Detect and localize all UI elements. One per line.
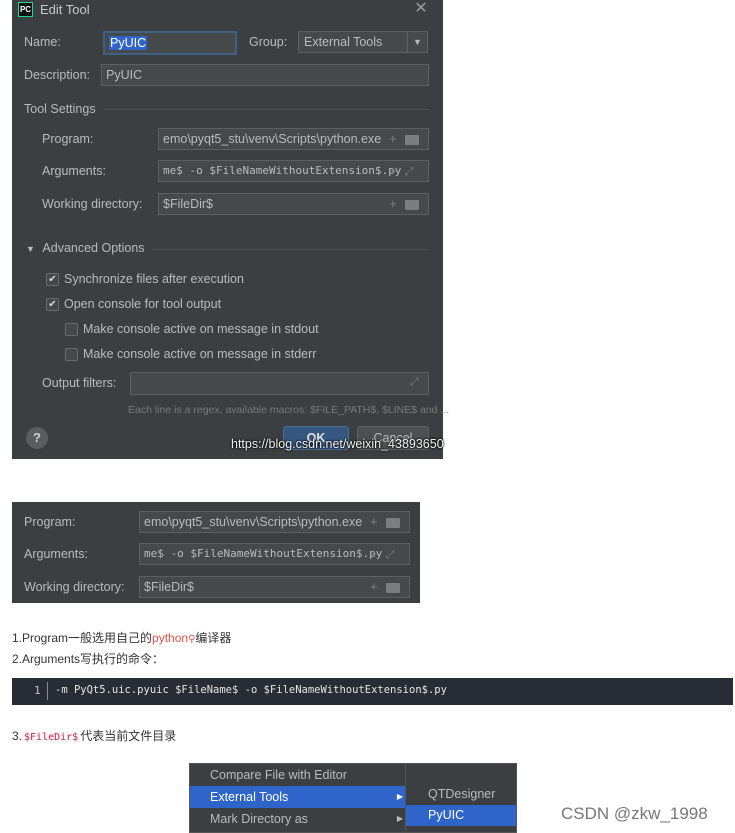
expand-icon[interactable]: ⤢	[386, 549, 395, 562]
menu-item-compare-file[interactable]: Compare File with Editor	[190, 764, 409, 786]
arguments-field-icons: + ⤢	[370, 546, 394, 562]
article-line-3: 3. $FileDir$ 代表当前文件目录	[12, 727, 176, 744]
program-value: emo\pyqt5_stu\venv\Scripts\python.exe	[163, 132, 382, 146]
description-value: PyUIC	[106, 68, 143, 82]
external-tools-submenu: QTDesigner PyUIC	[405, 763, 517, 833]
plus-icon[interactable]: +	[370, 579, 378, 594]
menu-item-label: Mark Directory as	[210, 812, 308, 826]
code-gutter-divider	[47, 682, 48, 700]
tool-settings-crop: Program: emo\pyqt5_stu\venv\Scripts\pyth…	[12, 502, 420, 603]
divider	[152, 249, 429, 250]
workdir-value: $FileDir$	[144, 580, 195, 594]
folder-icon[interactable]	[385, 517, 400, 528]
group-dropdown[interactable]: External Tools ▼	[298, 31, 428, 53]
menu-item-label: External Tools	[210, 790, 289, 804]
workdir-value: $FileDir$	[163, 197, 214, 211]
name-value: PyUIC	[109, 36, 148, 50]
arguments-field-icons: + ⤢	[389, 163, 413, 179]
checkbox-console-stdout[interactable]	[65, 323, 78, 336]
python-link[interactable]: python	[152, 631, 188, 645]
submenu-item-qtdesigner[interactable]: QTDesigner	[406, 784, 516, 805]
name-label: Name:	[24, 35, 61, 49]
article-line-2: 2.Arguments写执行的命令：	[12, 652, 165, 666]
plus-icon[interactable]: +	[389, 196, 397, 211]
article-text: 代表当前文件目录	[80, 729, 177, 743]
description-label: Description:	[24, 68, 90, 82]
divider	[104, 109, 429, 110]
plus-icon[interactable]: +	[370, 514, 378, 529]
option-label: Open console for tool output	[64, 297, 222, 311]
close-icon[interactable]: ✕	[412, 0, 430, 18]
program-label: Program:	[24, 515, 76, 529]
program-field-icons: +	[370, 514, 400, 529]
context-menu-screenshot: Compare File with Editor External Tools …	[189, 763, 517, 833]
workdir-label: Working directory:	[24, 580, 125, 594]
code-block: 1 -m PyQt5.uic.pyuic $FileName$ -o $File…	[12, 678, 733, 705]
article-text: 3.	[12, 729, 23, 743]
plus-icon[interactable]: +	[389, 163, 397, 178]
submenu-arrow-icon: ▶	[396, 792, 403, 801]
name-field[interactable]: PyUIC	[103, 31, 237, 55]
output-filters-field[interactable]	[130, 372, 429, 395]
expand-icon[interactable]: ⤢	[410, 376, 419, 389]
arguments-value: me$ -o $FileNameWithoutExtension$.py	[144, 547, 383, 560]
article-text: 编译器	[195, 631, 232, 645]
workdir-field-icons: +	[370, 579, 400, 594]
submenu-item-label: PyUIC	[428, 808, 465, 822]
submenu-item-label: QTDesigner	[428, 787, 496, 801]
menu-item-label: Compare File with Editor	[210, 768, 347, 782]
checkbox-open-console[interactable]: ✔	[46, 298, 59, 311]
description-field[interactable]: PyUIC	[101, 64, 429, 86]
program-label: Program:	[42, 132, 94, 146]
output-filters-label: Output filters:	[42, 376, 117, 390]
group-label: Group:	[249, 35, 288, 49]
inline-code: $FileDir$	[22, 732, 81, 743]
folder-icon[interactable]	[385, 582, 400, 593]
help-icon[interactable]: ?	[26, 427, 48, 449]
option-label: Synchronize files after execution	[64, 272, 244, 286]
folder-icon[interactable]	[404, 134, 419, 145]
tool-settings-heading: Tool Settings	[24, 102, 96, 116]
checkbox-console-stderr[interactable]	[65, 348, 78, 361]
workdir-label: Working directory:	[42, 197, 143, 211]
advanced-options-toggle[interactable]: ▼ Advanced Options	[26, 241, 145, 255]
menu-item-mark-directory[interactable]: Mark Directory as ▶	[190, 808, 409, 830]
submenu-arrow-icon: ▶	[396, 814, 403, 823]
article-line-1: 1.Program一般选用自己的python⚲编译器	[12, 629, 231, 646]
checkbox-sync-files[interactable]: ✔	[46, 273, 59, 286]
program-value: emo\pyqt5_stu\venv\Scripts\python.exe	[144, 515, 363, 529]
advanced-options-label: Advanced Options	[42, 241, 145, 255]
option-label: Make console active on message in stderr	[83, 347, 317, 361]
triangle-down-icon: ▼	[26, 244, 35, 254]
csdn-watermark: CSDN @zkw_1998	[561, 804, 708, 823]
expand-icon[interactable]: ⤢	[405, 166, 414, 179]
code-text: -m PyQt5.uic.pyuic $FileName$ -o $FileNa…	[55, 684, 447, 696]
menu-item-external-tools[interactable]: External Tools ▶	[190, 786, 409, 808]
arguments-label: Arguments:	[42, 164, 106, 178]
plus-icon[interactable]: +	[389, 131, 397, 146]
arguments-label: Arguments:	[24, 547, 88, 561]
workdir-field-icons: +	[389, 196, 419, 211]
pycharm-icon: PC	[18, 2, 33, 17]
arguments-value: me$ -o $FileNameWithoutExtension$.py	[163, 164, 402, 177]
group-value: External Tools	[304, 35, 383, 49]
output-filters-hint: Each line is a regex, available macros: …	[128, 404, 450, 416]
submenu-item-pyuic[interactable]: PyUIC	[406, 805, 516, 826]
url-watermark: https://blog.csdn.net/weixin_43893650	[231, 437, 444, 451]
program-field-icons: +	[389, 131, 419, 146]
dialog-titlebar: PC Edit Tool ✕	[12, 0, 443, 20]
plus-icon[interactable]: +	[370, 546, 378, 561]
folder-icon[interactable]	[404, 199, 419, 210]
dialog-title: Edit Tool	[40, 2, 90, 17]
edit-tool-dialog: PC Edit Tool ✕ Name: PyUIC Group: Extern…	[12, 0, 449, 459]
code-line-number: 1	[34, 684, 41, 697]
article-text: 1.Program一般选用自己的	[12, 631, 153, 645]
chevron-down-icon[interactable]: ▼	[407, 32, 427, 52]
option-label: Make console active on message in stdout	[83, 322, 319, 336]
context-menu: Compare File with Editor External Tools …	[189, 763, 410, 833]
